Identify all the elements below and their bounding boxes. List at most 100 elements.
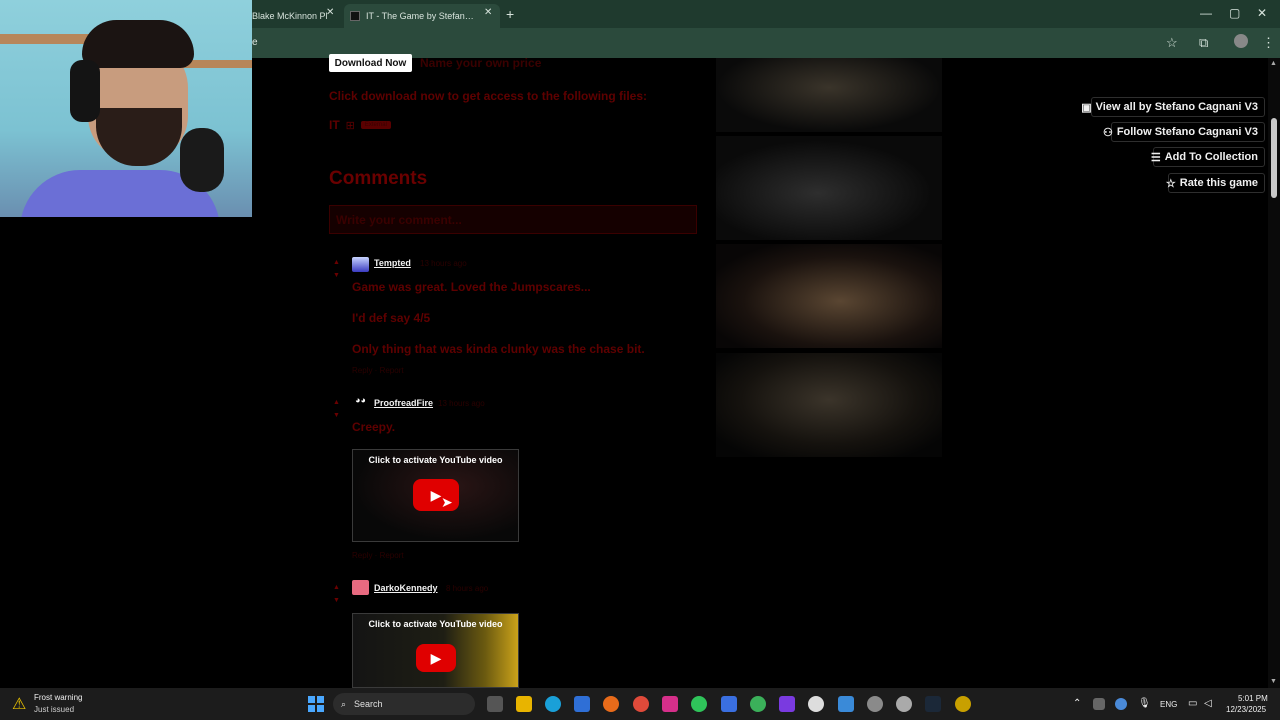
rate-label: Rate this game	[1179, 177, 1258, 189]
scroll-down-icon[interactable]: ▼	[1270, 678, 1277, 685]
steam-icon[interactable]	[925, 696, 941, 712]
avatar[interactable]	[352, 580, 369, 595]
chevron-up-icon[interactable]: ⌃	[1073, 698, 1081, 709]
bookmark-star-icon[interactable]: ☆	[1166, 35, 1178, 51]
cloud-app-icon[interactable]	[838, 696, 854, 712]
new-tab-icon[interactable]: +	[506, 6, 514, 22]
tab-title: Blake McKinnon Pl	[252, 11, 328, 21]
firefox-icon[interactable]	[603, 696, 619, 712]
shield-app-icon[interactable]	[721, 696, 737, 712]
youtube-embed[interactable]: Click to activate YouTube video ▶	[352, 613, 519, 688]
onedrive-icon[interactable]	[1115, 698, 1127, 710]
browser-menu-icon[interactable]: ⋮	[1262, 35, 1275, 51]
weather-warning-sub: Just issued	[34, 705, 75, 714]
obs-icon[interactable]	[896, 696, 912, 712]
comment-text: Creepy.	[352, 420, 396, 434]
name-your-price-link[interactable]: Name your own price	[420, 56, 541, 70]
add-user-icon: ⚇	[1102, 126, 1113, 139]
chrome-icon[interactable]	[633, 696, 649, 712]
windows-taskbar: ⚠ Frost warning Just issued ⌕ Search ⌃ 🎙…	[0, 688, 1280, 720]
clock-time[interactable]: 5:01 PM	[1238, 694, 1268, 703]
downvote-icon[interactable]: ▼	[333, 272, 340, 279]
tab-it-the-game[interactable]: IT - The Game by Stefano Cagnani V3	[344, 4, 500, 28]
comment-time: 13 hours ago	[438, 399, 485, 408]
itch-store-icon: ▣	[1081, 101, 1092, 114]
network-icon[interactable]: ▭	[1188, 698, 1197, 709]
youtube-embed[interactable]: Click to activate YouTube video ▶	[352, 449, 519, 542]
whatsapp-icon[interactable]	[691, 696, 707, 712]
comment-text: Game was great. Loved the Jumpscares...	[352, 280, 591, 294]
add-collection-label: Add To Collection	[1164, 151, 1258, 163]
taskbar-search[interactable]: ⌕ Search	[333, 693, 475, 715]
screenshot-image[interactable]	[716, 58, 942, 132]
tab-close-icon[interactable]: ✕	[484, 7, 492, 18]
downvote-icon[interactable]: ▼	[333, 412, 340, 419]
avatar[interactable]: ◕◕	[352, 395, 369, 410]
follow-label: Follow Stefano Cagnani V3	[1116, 126, 1258, 138]
rate-game-button[interactable]: ☆ Rate this game	[1165, 173, 1265, 193]
volume-icon[interactable]: ◁	[1204, 698, 1212, 709]
search-icon: ⌕	[341, 698, 347, 709]
maximize-icon[interactable]: ▢	[1229, 6, 1240, 20]
download-now-button[interactable]: Download Now	[329, 54, 412, 72]
playlist-add-icon: ☰	[1150, 151, 1161, 164]
tab-close-icon[interactable]: ✕	[326, 7, 334, 18]
comment-username[interactable]: ProofreadFire	[374, 398, 433, 408]
file-explorer-icon[interactable]	[516, 696, 532, 712]
start-button[interactable]	[308, 696, 324, 712]
avatar[interactable]	[352, 257, 369, 272]
comment-text: Only thing that was kinda clunky was the…	[352, 342, 645, 356]
comment-username[interactable]: Tempted	[374, 258, 411, 268]
profile-avatar[interactable]	[1234, 34, 1248, 48]
youtube-activate-label: Click to activate YouTube video	[368, 455, 503, 465]
edge-icon[interactable]	[545, 696, 561, 712]
microphone-icon[interactable]: 🎙	[1138, 698, 1151, 709]
weather-warning-icon[interactable]: ⚠	[12, 694, 26, 714]
comment-actions[interactable]: Reply · Report	[352, 366, 404, 375]
youtube-activate-label: Click to activate YouTube video	[368, 619, 503, 629]
comment-username[interactable]: DarkoKennedy	[374, 583, 438, 593]
upvote-icon[interactable]: ▲	[333, 584, 340, 591]
app-icon[interactable]	[955, 696, 971, 712]
scroll-up-icon[interactable]: ▲	[1270, 60, 1277, 67]
view-all-button[interactable]: ▣ View all by Stefano Cagnani V3	[1081, 97, 1265, 117]
extensions-icon[interactable]: ⧉	[1199, 35, 1208, 51]
upvote-icon[interactable]: ▲	[333, 259, 340, 266]
url-text[interactable]: e	[252, 37, 258, 48]
screenshot-image[interactable]	[716, 136, 942, 240]
settings-gear-icon[interactable]	[867, 696, 883, 712]
screenshot-image[interactable]	[716, 353, 942, 457]
comment-actions[interactable]: Reply · Report	[352, 551, 404, 560]
screen: Blake McKinnon Pl ✕ IT - The Game by Ste…	[0, 0, 1280, 720]
add-to-collection-button[interactable]: ☰ Add To Collection	[1150, 147, 1265, 167]
upvote-icon[interactable]: ▲	[333, 399, 340, 406]
screenshot-image[interactable]	[716, 244, 942, 348]
downvote-icon[interactable]: ▼	[333, 597, 340, 604]
follow-button[interactable]: ⚇ Follow Stefano Cagnani V3	[1103, 122, 1265, 142]
r-app-icon[interactable]	[779, 696, 795, 712]
comment-input[interactable]: Write your comment...	[329, 205, 697, 234]
language-indicator[interactable]: ENG	[1160, 700, 1177, 709]
scroll-thumb[interactable]	[1271, 118, 1277, 198]
page-scrollbar[interactable]: ▲ ▼	[1268, 58, 1280, 688]
tray-app-icon[interactable]	[1093, 698, 1105, 710]
minimize-icon[interactable]: —	[1200, 6, 1212, 20]
streamer-beard	[96, 108, 182, 166]
weather-warning-title[interactable]: Frost warning	[34, 693, 82, 702]
store-icon[interactable]	[574, 696, 590, 712]
play-icon[interactable]: ▶	[416, 644, 456, 672]
close-window-icon[interactable]: ✕	[1257, 6, 1267, 20]
comments-heading: Comments	[329, 168, 428, 189]
clock-date[interactable]: 12/23/2025	[1226, 705, 1266, 714]
media-player-icon[interactable]	[808, 696, 824, 712]
file-name: IT	[329, 118, 340, 132]
streamer-hair	[82, 20, 194, 68]
search-label: Search	[354, 699, 383, 709]
instagram-icon[interactable]	[662, 696, 678, 712]
xbox-icon[interactable]	[750, 696, 766, 712]
webcam-overlay	[0, 0, 252, 217]
headset-icon	[70, 60, 100, 122]
star-icon: ☆	[1165, 177, 1176, 190]
task-view-icon[interactable]	[487, 696, 503, 712]
windows-icon: ⊞	[345, 119, 355, 132]
